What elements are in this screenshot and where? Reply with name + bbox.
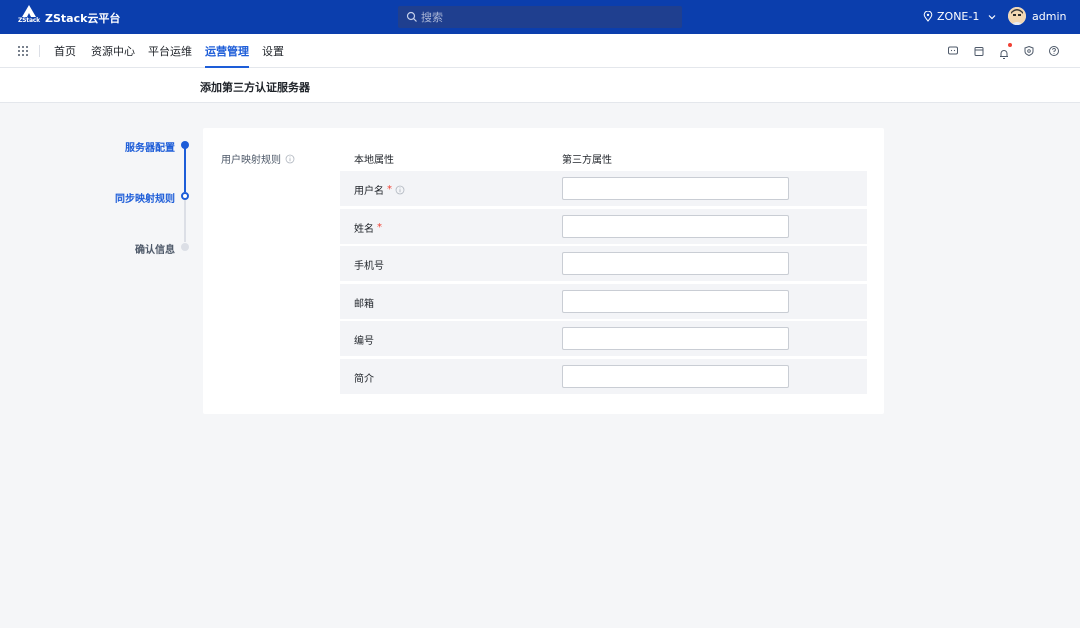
number-mapping-input[interactable] bbox=[562, 327, 789, 350]
nav-item-settings[interactable]: 设置 bbox=[262, 43, 284, 68]
step-dot-current bbox=[181, 192, 189, 200]
row-label-text: 用户名 bbox=[354, 186, 384, 197]
nav-item-operations-mgmt[interactable]: 运营管理 bbox=[205, 43, 249, 68]
step-connector-pending bbox=[184, 200, 186, 242]
step-label-confirm[interactable]: 确认信息 bbox=[135, 241, 175, 256]
row-label-text: 邮箱 bbox=[354, 299, 374, 310]
phone-mapping-input[interactable] bbox=[562, 252, 789, 275]
top-bar: ZStack ZStack云平台 ZONE-1 admin bbox=[0, 0, 1080, 34]
notifications[interactable] bbox=[998, 43, 1012, 59]
row-label: 邮箱 bbox=[354, 295, 374, 310]
username: admin bbox=[1032, 9, 1067, 23]
column-header-third-party: 第三方属性 bbox=[562, 155, 612, 166]
chat-icon[interactable] bbox=[947, 45, 959, 57]
logo-mountain-icon bbox=[22, 5, 36, 17]
column-header-local: 本地属性 bbox=[354, 155, 394, 166]
step-label-server-config[interactable]: 服务器配置 bbox=[125, 139, 175, 154]
app-grid-icon[interactable] bbox=[17, 45, 29, 57]
main-nav: 首页 资源中心 平台运维 运营管理 设置 bbox=[0, 34, 1080, 68]
name-mapping-input[interactable] bbox=[562, 215, 789, 238]
logo-text: ZStack bbox=[18, 17, 40, 24]
zone-selector[interactable]: ZONE-1 bbox=[923, 10, 997, 23]
step-label-sync-mapping[interactable]: 同步映射规则 bbox=[115, 190, 175, 205]
row-label: 用户名 * bbox=[354, 182, 405, 197]
search-icon bbox=[406, 11, 417, 22]
nav-divider bbox=[39, 45, 40, 57]
mapping-row-description: 简介 bbox=[340, 359, 867, 394]
info-icon[interactable] bbox=[285, 154, 295, 164]
required-asterisk: * bbox=[387, 184, 392, 195]
user-menu[interactable]: admin bbox=[1008, 7, 1066, 25]
row-label: 姓名 * bbox=[354, 220, 382, 235]
page-header: 添加第三方认证服务器 bbox=[0, 68, 1080, 103]
mapping-row-phone: 手机号 bbox=[340, 246, 867, 281]
cube-icon[interactable] bbox=[973, 45, 985, 57]
row-label-text: 简介 bbox=[354, 374, 374, 385]
mapping-card: 用户映射规则 本地属性 第三方属性 用户名 * 姓名 * 手机号 邮箱 编号 简… bbox=[203, 128, 884, 414]
zone-label: ZONE-1 bbox=[937, 10, 980, 23]
info-icon[interactable] bbox=[395, 185, 405, 195]
mapping-row-username: 用户名 * bbox=[340, 171, 867, 206]
step-connector-active bbox=[184, 148, 186, 192]
mapping-row-name: 姓名 * bbox=[340, 209, 867, 244]
mapping-row-number: 编号 bbox=[340, 321, 867, 356]
avatar bbox=[1008, 7, 1026, 25]
row-label: 手机号 bbox=[354, 257, 384, 272]
email-mapping-input[interactable] bbox=[562, 290, 789, 313]
global-search[interactable] bbox=[398, 6, 682, 28]
notification-badge bbox=[1008, 43, 1012, 47]
location-pin-icon bbox=[923, 11, 933, 22]
brand-title: ZStack云平台 bbox=[45, 12, 121, 25]
mapping-row-email: 邮箱 bbox=[340, 284, 867, 319]
search-input[interactable] bbox=[421, 10, 661, 24]
description-mapping-input[interactable] bbox=[562, 365, 789, 388]
nav-item-resource-center[interactable]: 资源中心 bbox=[91, 43, 135, 68]
nav-item-platform-ops[interactable]: 平台运维 bbox=[148, 43, 192, 68]
zstack-logo[interactable]: ZStack bbox=[16, 4, 42, 30]
nav-item-home[interactable]: 首页 bbox=[54, 43, 76, 68]
chevron-down-icon bbox=[988, 14, 996, 19]
row-label-text: 编号 bbox=[354, 336, 374, 347]
help-icon[interactable] bbox=[1048, 45, 1060, 57]
page-title: 添加第三方认证服务器 bbox=[200, 81, 310, 94]
row-label: 编号 bbox=[354, 332, 374, 347]
username-mapping-input[interactable] bbox=[562, 177, 789, 200]
bell-icon bbox=[1000, 50, 1008, 59]
required-asterisk: * bbox=[377, 222, 382, 233]
section-label: 用户映射规则 bbox=[221, 151, 295, 166]
section-label-text: 用户映射规则 bbox=[221, 155, 281, 166]
step-dot-pending bbox=[181, 243, 189, 251]
shield-icon[interactable] bbox=[1023, 45, 1035, 57]
user-avatar-icon bbox=[1008, 7, 1026, 25]
row-label-text: 手机号 bbox=[354, 261, 384, 272]
row-label: 简介 bbox=[354, 370, 374, 385]
row-label-text: 姓名 bbox=[354, 224, 374, 235]
